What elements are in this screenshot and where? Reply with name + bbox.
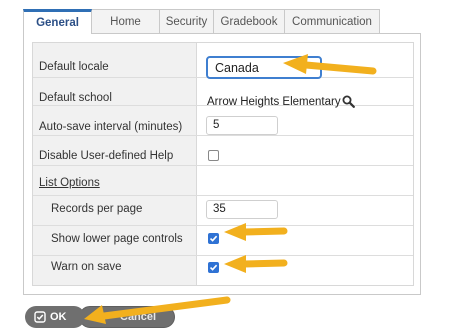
annotation-arrow-icon <box>84 296 231 324</box>
show-lower-page-controls-label: Show lower page controls <box>51 233 183 245</box>
disable-help-checkbox[interactable] <box>208 150 219 161</box>
tab-general[interactable]: General <box>23 9 92 34</box>
tab-home[interactable]: Home <box>91 9 160 33</box>
tab-gradebook[interactable]: Gradebook <box>213 9 285 33</box>
label-column <box>33 43 197 285</box>
row-divider <box>33 135 413 136</box>
records-per-page-input[interactable]: 35 <box>206 200 278 219</box>
checkmark-icon <box>209 264 218 271</box>
row-divider <box>33 195 413 196</box>
check-square-icon <box>34 311 46 323</box>
tab-communication[interactable]: Communication <box>284 9 380 33</box>
ok-button[interactable]: OK <box>25 306 85 328</box>
default-school-label: Default school <box>39 92 112 104</box>
tab-security[interactable]: Security <box>159 9 214 33</box>
search-icon[interactable] <box>342 95 355 108</box>
annotation-arrow-icon <box>224 223 288 241</box>
tab-bar: General Home Security Gradebook Communic… <box>23 9 380 34</box>
annotation-arrow-icon <box>224 255 288 273</box>
show-lower-page-controls-checkbox[interactable] <box>208 233 219 244</box>
warn-on-save-checkbox[interactable] <box>208 262 219 273</box>
list-options-heading: List Options <box>39 177 100 189</box>
auto-save-label: Auto-save interval (minutes) <box>39 121 183 133</box>
warn-on-save-label: Warn on save <box>51 261 122 273</box>
disable-help-label: Disable User-defined Help <box>39 150 174 162</box>
default-locale-label: Default locale <box>39 61 109 73</box>
records-per-page-label: Records per page <box>51 203 143 215</box>
auto-save-input[interactable]: 5 <box>206 116 278 135</box>
row-divider <box>33 165 413 166</box>
ok-label: OK <box>50 311 67 323</box>
checkmark-icon <box>209 235 218 242</box>
annotation-arrow-icon <box>283 54 377 75</box>
default-school-text: Arrow Heights Elementary <box>207 95 341 108</box>
default-school-value: Arrow Heights Elementary <box>207 95 355 108</box>
